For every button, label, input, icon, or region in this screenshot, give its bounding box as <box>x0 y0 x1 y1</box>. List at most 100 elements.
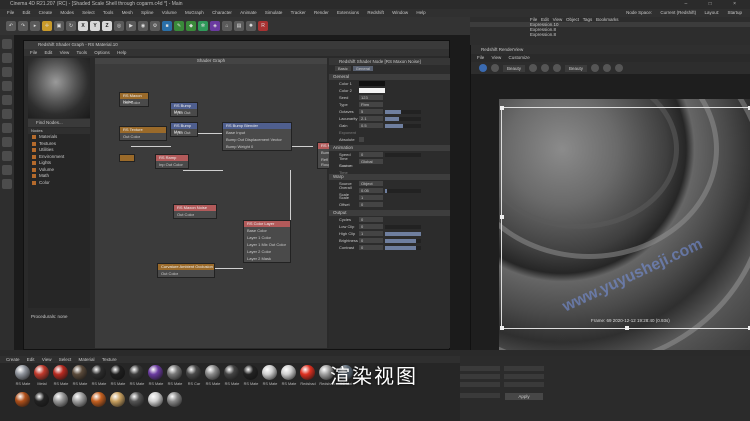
mat-menu-edit[interactable]: Edit <box>27 357 35 362</box>
region-handle[interactable] <box>625 326 629 330</box>
checkbox[interactable] <box>359 137 364 142</box>
menu-mograph[interactable]: MoGraph <box>185 10 204 15</box>
light-icon[interactable]: ✹ <box>246 21 256 31</box>
cloner-icon[interactable]: ✻ <box>198 21 208 31</box>
menu-mesh[interactable]: Mesh <box>122 10 133 15</box>
material-ball[interactable] <box>53 392 68 407</box>
layout-dropdown[interactable]: Startup <box>727 10 742 15</box>
subdivision-icon[interactable]: ◆ <box>186 21 196 31</box>
scene-icon[interactable]: ⌂ <box>222 21 232 31</box>
menu-window[interactable]: Window <box>392 10 408 15</box>
material-ball[interactable] <box>53 365 68 380</box>
prop-color-2[interactable]: Color 2 <box>329 87 450 94</box>
menu-animate[interactable]: Animate <box>240 10 257 15</box>
prop-absolute[interactable]: Absolute <box>329 136 450 143</box>
coord-field[interactable] <box>460 393 500 398</box>
category-color[interactable]: Color <box>28 180 90 187</box>
material-ball[interactable] <box>129 392 144 407</box>
sg-menu-view[interactable]: View <box>60 50 70 55</box>
region-handle[interactable] <box>500 106 504 110</box>
layout-selectors[interactable]: Node Space: Current (Redshift) Layout: S… <box>619 9 742 17</box>
menu-help[interactable]: Help <box>416 10 425 15</box>
menu-spline[interactable]: Spline <box>141 10 154 15</box>
prop-color-1[interactable]: Color 1 <box>329 80 450 87</box>
apply-button[interactable]: Apply <box>505 393 543 400</box>
material-ball[interactable] <box>205 365 220 380</box>
slider[interactable] <box>385 109 421 114</box>
region-handle[interactable] <box>500 326 504 330</box>
mat-menu-material[interactable]: Material <box>79 357 95 362</box>
prop-octaves[interactable]: Octaves 5 <box>329 108 450 115</box>
viewport-solo-icon[interactable] <box>2 179 12 189</box>
color-picker-icon[interactable] <box>553 64 562 72</box>
tab-basic[interactable]: Basic <box>335 66 351 71</box>
prop-gain[interactable]: Gain 0.5 <box>329 122 450 129</box>
select-icon[interactable]: ▸ <box>30 21 40 31</box>
menu-create[interactable]: Create <box>39 10 53 15</box>
edges-mode-icon[interactable] <box>2 81 12 91</box>
slider[interactable] <box>385 188 421 193</box>
tab-general[interactable]: General <box>352 66 374 71</box>
menu-character[interactable]: Character <box>212 10 232 15</box>
move-icon[interactable]: ✛ <box>42 21 52 31</box>
slider[interactable] <box>385 152 421 157</box>
om-menu-bookmarks[interactable]: Bookmarks <box>596 17 619 22</box>
region-icon[interactable] <box>603 64 612 72</box>
shader-node[interactable] <box>119 154 135 162</box>
sg-menu-tools[interactable]: Tools <box>77 50 88 55</box>
shader-node[interactable]: RS Texture Out Color <box>119 126 167 141</box>
shader-graph-canvas[interactable]: Shader Graph RS Maxon Noise Out Color RS… <box>95 58 351 348</box>
prop-low-clip[interactable]: Low Clip 0 <box>329 223 450 230</box>
cube-icon[interactable]: ■ <box>162 21 172 31</box>
material-ball[interactable] <box>281 365 296 380</box>
color-swatch[interactable] <box>359 88 385 93</box>
pen-icon[interactable]: ✎ <box>174 21 184 31</box>
shader-node[interactable]: RS Maxon Noise Out Color <box>119 92 149 107</box>
mat-menu-view[interactable]: View <box>42 357 52 362</box>
undo-icon[interactable]: ↶ <box>6 21 16 31</box>
snapshot-icon[interactable] <box>529 64 538 72</box>
history-icon[interactable] <box>541 64 550 72</box>
start-render-icon[interactable] <box>479 64 487 72</box>
material-ball[interactable] <box>91 392 106 407</box>
sg-menu-help[interactable]: Help <box>117 50 126 55</box>
menu-modes[interactable]: Modes <box>60 10 74 15</box>
material-ball[interactable] <box>91 365 106 380</box>
prop-exponent[interactable]: Exponent <box>329 129 450 136</box>
coord-field[interactable] <box>504 366 544 371</box>
window-controls[interactable]: – □ × <box>684 0 746 9</box>
render-view-icon[interactable]: ▶ <box>126 21 136 31</box>
prop-scale[interactable]: Scale 1 <box>329 194 450 201</box>
prop-contrast[interactable]: Contrast 0 <box>329 244 450 251</box>
texture-mode-icon[interactable] <box>2 53 12 63</box>
slider[interactable] <box>385 231 421 236</box>
y-axis-button[interactable]: Y <box>90 21 100 31</box>
shader-node[interactable]: RS Bump Map Input Out <box>170 102 198 117</box>
material-ball[interactable] <box>186 365 201 380</box>
polygons-mode-icon[interactable] <box>2 95 12 105</box>
model-mode-icon[interactable] <box>2 39 12 49</box>
prop-lacunarity[interactable]: Lacunarity 2.1 <box>329 115 450 122</box>
prop-overall-scale[interactable]: Overall Scale 0.05 <box>329 185 450 197</box>
z-axis-button[interactable]: Z <box>102 21 112 31</box>
mat-menu-select[interactable]: Select <box>59 357 72 362</box>
world-icon[interactable]: ◎ <box>114 21 124 31</box>
mat-menu-create[interactable]: Create <box>6 357 20 362</box>
coord-field[interactable] <box>460 382 500 387</box>
node-space-dropdown[interactable]: Current (Redshift) <box>660 10 696 15</box>
prop-brightness[interactable]: Brightness 0 <box>329 237 450 244</box>
prop-type[interactable]: Type Fbm <box>329 101 450 108</box>
grid-icon[interactable] <box>2 151 12 161</box>
coord-field[interactable] <box>504 374 544 379</box>
shader-node[interactable]: RS Bump Map Input Out <box>170 122 198 137</box>
material-ball[interactable] <box>129 365 144 380</box>
material-ball[interactable] <box>148 365 163 380</box>
material-ball[interactable] <box>167 365 182 380</box>
shader-node[interactable]: RS Bump Blender Base Input Bump Out Disp… <box>222 122 292 151</box>
material-ball[interactable] <box>15 365 30 380</box>
slider[interactable] <box>385 123 421 128</box>
x-axis-button[interactable]: X <box>78 21 88 31</box>
prop-custom-time[interactable]: Custom Time <box>329 163 450 175</box>
render-settings-icon[interactable]: ⚙ <box>150 21 160 31</box>
menu-file[interactable]: File <box>7 10 14 15</box>
